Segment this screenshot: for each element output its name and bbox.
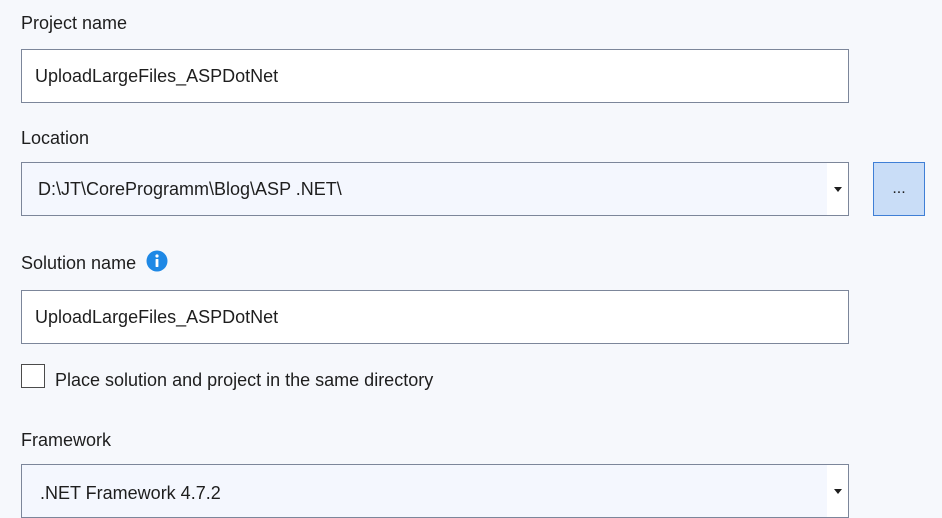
location-value[interactable]: D:\JT\CoreProgramm\Blog\ASP .NET\	[22, 163, 827, 215]
location-dropdown-button[interactable]	[827, 163, 848, 215]
chevron-down-icon	[833, 186, 842, 192]
framework-dropdown-button[interactable]	[827, 465, 848, 517]
framework-value[interactable]: .NET Framework 4.7.2	[22, 465, 827, 517]
framework-label: Framework	[21, 430, 112, 450]
location-label: Location	[21, 128, 90, 148]
info-icon[interactable]	[146, 250, 168, 272]
project-name-input[interactable]	[21, 49, 849, 103]
location-combobox[interactable]: D:\JT\CoreProgramm\Blog\ASP .NET\	[21, 162, 849, 216]
project-name-label: Project name	[21, 13, 128, 33]
same-directory-checkbox[interactable]	[21, 364, 45, 388]
chevron-down-icon	[833, 489, 842, 494]
browse-location-button[interactable]: ...	[873, 162, 925, 216]
solution-name-input[interactable]	[21, 290, 849, 344]
same-directory-label[interactable]: Place solution and project in the same d…	[55, 369, 433, 391]
solution-name-label: Solution name	[21, 253, 137, 273]
framework-combobox[interactable]: .NET Framework 4.7.2	[21, 464, 849, 518]
